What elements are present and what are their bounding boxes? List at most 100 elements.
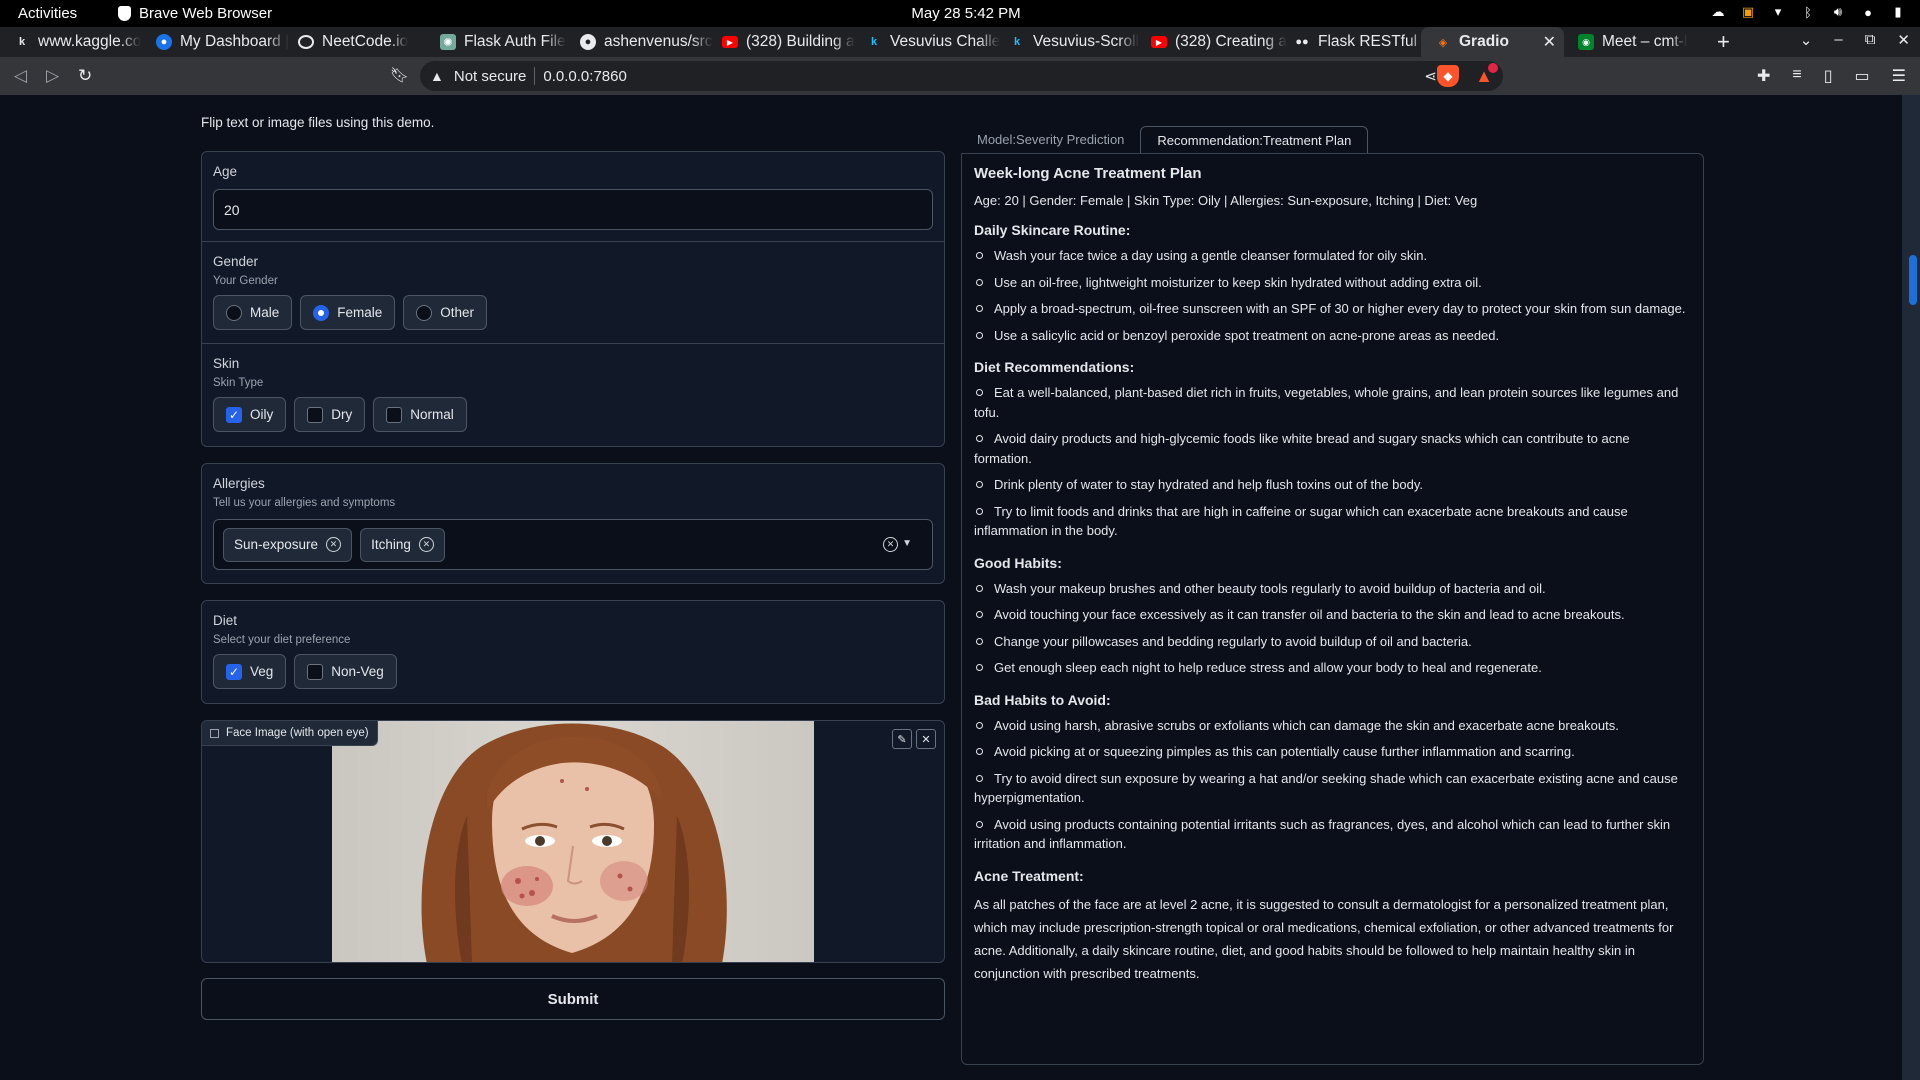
skin-option-oily[interactable]: ✓ Oily bbox=[213, 397, 287, 432]
volume-icon[interactable]: 🔊︎ bbox=[1830, 3, 1846, 21]
sidebar-icon[interactable]: ▯ bbox=[1824, 66, 1833, 86]
app-menu[interactable]: Brave Web Browser bbox=[118, 5, 272, 22]
restore-icon[interactable]: ⧉ bbox=[1865, 31, 1876, 49]
gender-option-female[interactable]: Female bbox=[300, 295, 396, 330]
checkbox-checked[interactable]: ✓ bbox=[226, 406, 242, 423]
tab-youtube-creating[interactable]: ▶ (328) Creating a bbox=[1137, 27, 1287, 57]
list-item: Eat a well-balanced, plant-based diet ri… bbox=[974, 383, 1691, 422]
checkbox[interactable] bbox=[386, 406, 403, 423]
tab-meet[interactable]: ◉ Meet – cmt-l bbox=[1564, 27, 1704, 57]
allergies-panel: Allergies Tell us your allergies and sym… bbox=[201, 463, 945, 584]
dashboard-icon: ● bbox=[156, 34, 172, 50]
back-icon[interactable]: ◁ bbox=[14, 66, 27, 86]
clear-all-icon[interactable]: ✕ bbox=[883, 537, 898, 552]
section-list: Wash your makeup brushes and other beaut… bbox=[974, 579, 1691, 678]
screen-share-icon[interactable]: ▣ bbox=[1740, 3, 1756, 21]
reload-icon[interactable]: ↻ bbox=[78, 66, 92, 86]
treatment-text: As all patches of the face are at level … bbox=[974, 896, 1674, 981]
tab-my-dashboard[interactable]: ● My Dashboard | bbox=[142, 27, 297, 57]
tab-search-icon[interactable]: ⌄ bbox=[1800, 31, 1813, 49]
tab-flask-auth[interactable]: ✺ Flask Auth File bbox=[426, 27, 576, 57]
tab-vesuvius-challenge[interactable]: k Vesuvius Challe bbox=[852, 27, 1002, 57]
radio-button[interactable] bbox=[416, 304, 433, 321]
wifi-icon[interactable]: ▾ bbox=[1770, 3, 1786, 21]
activities-button[interactable]: Activities bbox=[18, 5, 77, 22]
clear-image-icon[interactable]: ✕ bbox=[916, 729, 936, 749]
diet-info: Select your diet preference bbox=[213, 634, 351, 646]
skin-option-dry[interactable]: Dry bbox=[294, 397, 366, 432]
allergies-multiselect[interactable]: Sun-exposure ✕ Itching ✕ ✕ ▼ bbox=[213, 519, 933, 570]
diet-options: ✓ Veg Non-Veg bbox=[213, 654, 933, 689]
list-item: Try to limit foods and drinks that are h… bbox=[974, 502, 1691, 541]
new-tab-button[interactable]: + bbox=[1717, 29, 1730, 55]
scrollbar-thumb[interactable] bbox=[1909, 255, 1917, 305]
warning-triangle-icon[interactable]: ▲ bbox=[430, 68, 444, 84]
diet-option-veg[interactable]: ✓ Veg bbox=[213, 654, 287, 689]
remove-chip-icon[interactable]: ✕ bbox=[326, 537, 342, 552]
gender-option-other[interactable]: Other bbox=[403, 295, 488, 330]
list-item: Use an oil-free, lightweight moisturizer… bbox=[974, 273, 1691, 293]
tab-gradio[interactable]: ◈ Gradio ✕ bbox=[1421, 27, 1564, 57]
address-bar[interactable]: ▲ Not secure 0.0.0.0:7860 ⋖ bbox=[420, 61, 1503, 91]
diet-block: Diet Select your diet preference ✓ Veg No… bbox=[202, 601, 944, 701]
microphone-icon[interactable]: ● bbox=[1860, 3, 1876, 21]
share-icon[interactable]: ⋖ bbox=[1424, 67, 1437, 85]
url-text[interactable]: 0.0.0.0:7860 bbox=[543, 68, 626, 85]
tab-treatment-plan[interactable]: Recommendation:Treatment Plan bbox=[1140, 126, 1369, 154]
wallet-icon[interactable]: ▭ bbox=[1855, 66, 1870, 86]
battery-icon[interactable]: ▮ bbox=[1890, 3, 1906, 21]
radio-button-selected[interactable] bbox=[313, 304, 330, 321]
checkbox-checked[interactable]: ✓ bbox=[226, 663, 242, 680]
checkbox[interactable] bbox=[307, 406, 324, 423]
section-heading: Bad Habits to Avoid: bbox=[974, 691, 1111, 708]
system-tray[interactable]: ☁ ▣ ▾ ᛒ 🔊︎ ● ▮ bbox=[1710, 3, 1906, 21]
skin-option-normal[interactable]: Normal bbox=[373, 397, 467, 432]
face-illustration bbox=[421, 723, 727, 962]
list-item: Avoid dairy products and high-glycemic f… bbox=[974, 429, 1691, 468]
brave-rewards-icon[interactable]: ▲ bbox=[1473, 63, 1498, 87]
cloud-icon[interactable]: ☁ bbox=[1710, 3, 1726, 21]
kaggle-icon: k bbox=[870, 36, 878, 48]
tab-neetcode[interactable]: NeetCode.io bbox=[284, 27, 434, 57]
skin-label: Skin bbox=[213, 356, 240, 371]
meet-icon: ◉ bbox=[1578, 34, 1594, 50]
close-window-icon[interactable]: ✕ bbox=[1897, 31, 1910, 49]
tab-vesuvius-scroll[interactable]: k Vesuvius-Scroll bbox=[995, 27, 1145, 57]
bluetooth-icon[interactable]: ᛒ bbox=[1800, 3, 1816, 21]
tab-kaggle[interactable]: k www.kaggle.co bbox=[0, 27, 150, 57]
os-top-bar: Activities Brave Web Browser May 28 5:42… bbox=[0, 0, 1920, 27]
clock[interactable]: May 28 5:42 PM bbox=[906, 5, 1026, 22]
tab-github[interactable]: ● ashenvenus/src bbox=[566, 27, 716, 57]
tab-youtube-building[interactable]: ▶ (328) Building a bbox=[708, 27, 858, 57]
age-input[interactable]: 20 bbox=[213, 189, 933, 230]
section-list: Eat a well-balanced, plant-based diet ri… bbox=[974, 383, 1691, 541]
image-upload-panel[interactable]: Face Image (with open eye) ✎ ✕ bbox=[201, 720, 945, 963]
diet-option-non-veg[interactable]: Non-Veg bbox=[294, 654, 397, 689]
submit-button[interactable]: Submit bbox=[201, 978, 945, 1020]
radio-button[interactable] bbox=[226, 304, 242, 321]
close-tab-icon[interactable]: ✕ bbox=[1543, 32, 1556, 52]
media-queue-icon[interactable]: ≡ bbox=[1792, 66, 1801, 86]
checkbox[interactable] bbox=[307, 663, 324, 680]
section-heading: Diet Recommendations: bbox=[974, 359, 1135, 375]
app-name: Brave Web Browser bbox=[139, 5, 273, 22]
brave-shields-icon[interactable]: ◆ bbox=[1437, 65, 1459, 87]
tab-severity-prediction[interactable]: Model:Severity Prediction bbox=[961, 125, 1140, 153]
list-item: Apply a broad-spectrum, oil-free sunscre… bbox=[974, 299, 1691, 319]
face-photo bbox=[332, 721, 814, 962]
forward-icon[interactable]: ▷ bbox=[46, 66, 59, 86]
bookmark-icon[interactable]: 🔖︎ bbox=[390, 66, 409, 84]
remove-chip-icon[interactable]: ✕ bbox=[418, 537, 434, 552]
edit-icon[interactable]: ✎ bbox=[892, 729, 912, 749]
treatment-heading: Acne Treatment: bbox=[974, 867, 1084, 884]
security-status[interactable]: Not secure bbox=[454, 68, 527, 85]
menu-icon[interactable]: ☰ bbox=[1892, 66, 1906, 86]
minimize-icon[interactable]: – bbox=[1834, 31, 1842, 49]
patient-summary: Age: 20 | Gender: Female | Skin Type: Oi… bbox=[974, 193, 1478, 208]
tab-flask-restful[interactable]: ●● Flask RESTful C bbox=[1280, 27, 1430, 57]
page-scrollbar[interactable] bbox=[1902, 95, 1920, 1080]
gender-option-male[interactable]: Male bbox=[213, 295, 293, 330]
extensions-icon[interactable]: ✚ bbox=[1757, 66, 1770, 86]
diet-panel: Diet Select your diet preference ✓ Veg No… bbox=[201, 600, 945, 704]
dropdown-arrow-icon[interactable]: ▼ bbox=[902, 538, 912, 549]
